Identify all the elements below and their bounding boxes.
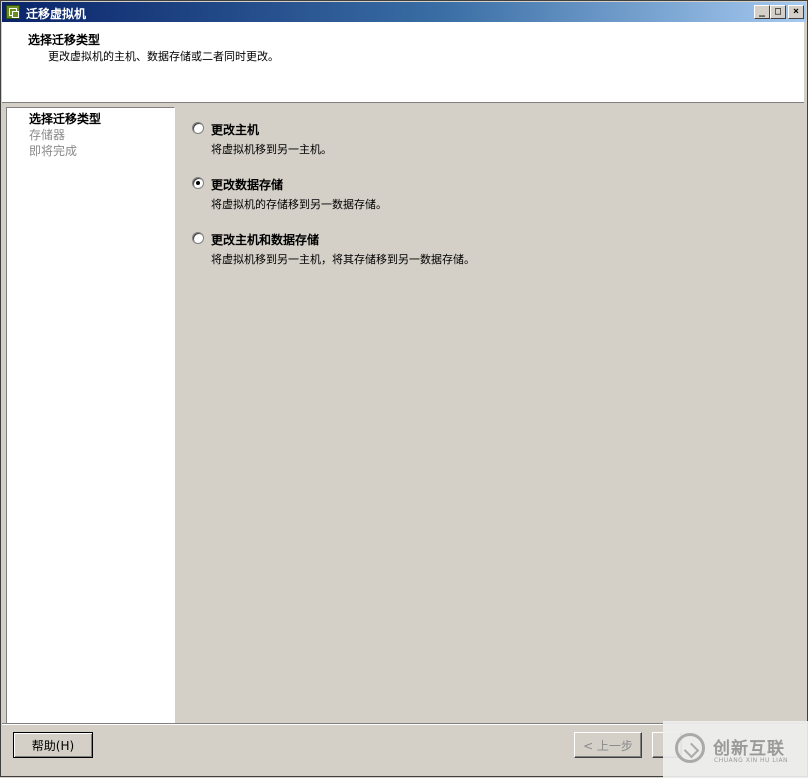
migrate-vm-dialog: 迁移虚拟机 _ □ × 选择迁移类型 更改虚拟机的主机、数据存储或二者同时更改。… — [0, 0, 808, 778]
option-description: 将虚拟机的存储移到另一数据存储。 — [211, 198, 387, 211]
page-title: 选择迁移类型 — [28, 33, 101, 47]
window-title: 迁移虚拟机 — [26, 7, 87, 21]
option-label[interactable]: 更改主机和数据存储 — [211, 231, 319, 248]
help-button[interactable]: 帮助(H) — [13, 732, 93, 758]
step-ready-to-complete: 即将完成 — [29, 144, 78, 158]
step-storage: 存储器 — [29, 128, 66, 142]
radio-change-host[interactable] — [192, 122, 204, 134]
watermark-subtext: CHUANG XIN HU LIAN — [714, 757, 789, 764]
wizard-header: 选择迁移类型 更改虚拟机的主机、数据存储或二者同时更改。 — [2, 22, 804, 103]
page-subtitle: 更改虚拟机的主机、数据存储或二者同时更改。 — [48, 50, 279, 63]
maximize-button[interactable]: □ — [770, 5, 786, 19]
wizard-steps-pane: 选择迁移类型 存储器 即将完成 — [6, 107, 175, 724]
option-description: 将虚拟机移到另一主机。 — [211, 143, 332, 156]
minimize-button[interactable]: _ — [754, 5, 770, 19]
option-label[interactable]: 更改主机 — [211, 121, 259, 138]
radio-change-host-and-datastore[interactable] — [192, 232, 204, 244]
radio-change-datastore[interactable] — [192, 177, 204, 189]
option-label[interactable]: 更改数据存储 — [211, 176, 283, 193]
step-select-migration-type[interactable]: 选择迁移类型 — [29, 110, 101, 127]
option-description: 将虚拟机移到另一主机，将其存储移到另一数据存储。 — [211, 253, 475, 266]
watermark-text: 创新互联 — [713, 739, 785, 759]
watermark-logo-icon — [675, 733, 705, 763]
close-button[interactable]: × — [788, 5, 804, 19]
back-button[interactable]: < 上一步 — [574, 732, 642, 758]
title-bar[interactable]: 迁移虚拟机 _ □ × — [2, 2, 806, 22]
watermark: 创新互联 CHUANG XIN HU LIAN — [663, 721, 808, 778]
vsphere-app-icon — [6, 5, 20, 19]
